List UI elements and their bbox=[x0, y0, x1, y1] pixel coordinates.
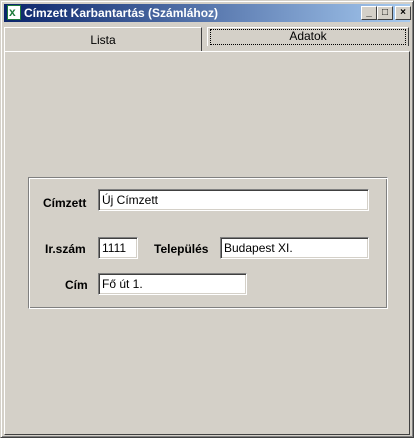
close-button[interactable]: × bbox=[395, 6, 411, 20]
tab-lista-label: Lista bbox=[90, 33, 116, 47]
main-window: x Címzett Karbantartás (Számlához) _ □ ×… bbox=[0, 0, 414, 438]
cim-field[interactable] bbox=[98, 273, 247, 295]
window-title: Címzett Karbantartás (Számlához) bbox=[24, 6, 219, 20]
maximize-icon: □ bbox=[381, 7, 389, 18]
telepules-field[interactable] bbox=[220, 237, 369, 259]
minimize-icon: _ bbox=[366, 7, 372, 18]
tab-focus-rect bbox=[210, 29, 406, 45]
cimzett-field[interactable] bbox=[98, 189, 369, 211]
tab-lista[interactable]: Lista bbox=[4, 27, 202, 51]
tab-adatok[interactable]: Adatok bbox=[207, 27, 409, 46]
cim-label: Cím bbox=[65, 278, 88, 292]
irszam-field[interactable] bbox=[98, 237, 138, 259]
minimize-button[interactable]: _ bbox=[361, 6, 377, 20]
app-icon[interactable]: x bbox=[7, 5, 21, 20]
telepules-label: Település bbox=[154, 242, 209, 256]
cimzett-label: Címzett bbox=[43, 196, 87, 210]
close-icon: × bbox=[400, 7, 406, 18]
maximize-button[interactable]: □ bbox=[377, 6, 393, 20]
title-bar[interactable]: x Címzett Karbantartás (Számlához) _ □ × bbox=[4, 4, 411, 22]
irszam-label: Ir.szám bbox=[45, 242, 86, 256]
